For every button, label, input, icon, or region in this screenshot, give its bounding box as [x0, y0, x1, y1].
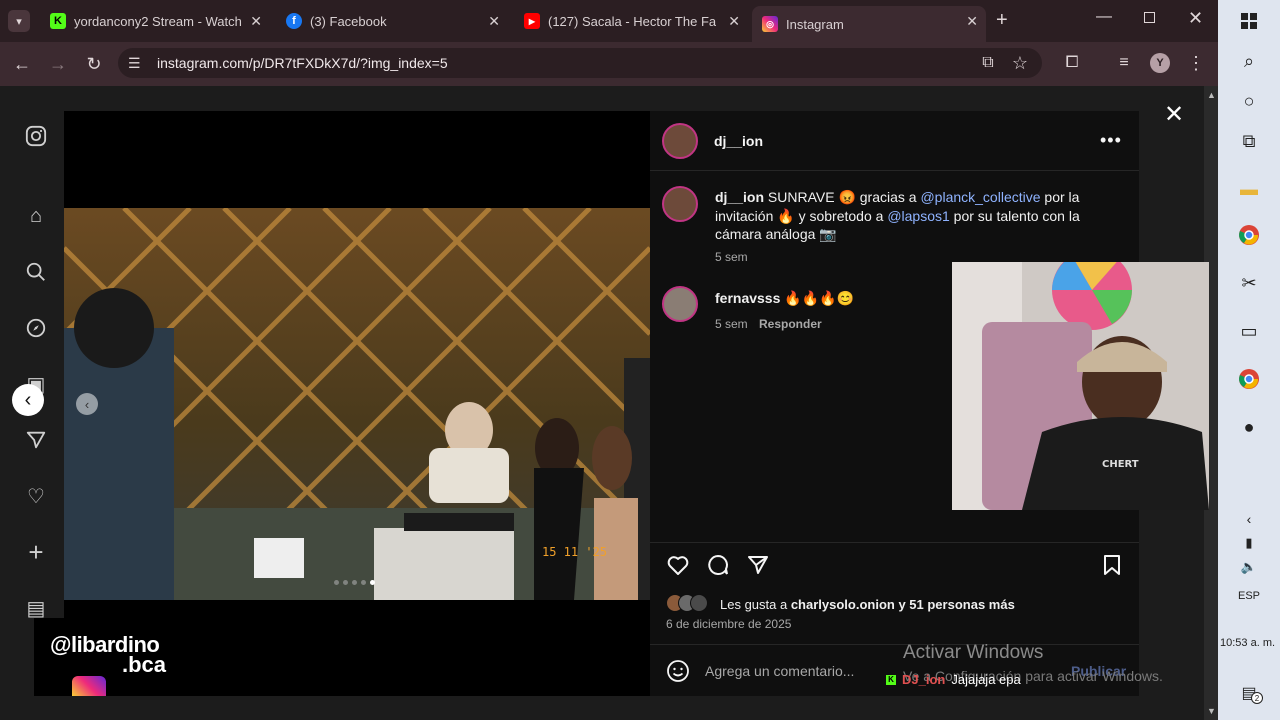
- actions-divider: [650, 542, 1139, 543]
- svg-text:CHERT: CHERT: [1102, 459, 1139, 470]
- comment-username[interactable]: fernavsss: [715, 290, 780, 306]
- minimize-icon[interactable]: —: [1096, 8, 1112, 26]
- author-username[interactable]: dj__ion: [714, 133, 763, 149]
- like-heart-icon[interactable]: [666, 553, 690, 582]
- close-tab-icon[interactable]: ✕: [728, 13, 740, 30]
- cortana-icon[interactable]: ○: [1236, 88, 1262, 114]
- previous-post-button[interactable]: ‹: [12, 384, 44, 416]
- comment-item: fernavsss 🔥🔥🔥😊: [715, 290, 854, 307]
- chrome-icon[interactable]: [1236, 222, 1262, 248]
- author-avatar[interactable]: [662, 123, 698, 159]
- chat-text: Jajajaja epa: [951, 672, 1021, 687]
- likes-summary[interactable]: Les gusta a charlysolo.onion y 51 person…: [720, 597, 1015, 612]
- app-window-icon[interactable]: ▭: [1236, 318, 1262, 344]
- comment-text: 🔥🔥🔥😊: [784, 290, 855, 306]
- new-tab-icon[interactable]: +: [996, 9, 1008, 32]
- scroll-down-icon[interactable]: ▼: [1207, 706, 1216, 716]
- forward-icon[interactable]: →: [46, 52, 70, 76]
- carousel-prev-button[interactable]: ‹: [76, 393, 98, 415]
- search-icon[interactable]: [24, 260, 48, 284]
- show-hidden-icons[interactable]: ‹: [1236, 506, 1262, 532]
- task-view-icon[interactable]: ⧉: [1236, 128, 1262, 154]
- commenter-avatar[interactable]: [662, 286, 698, 322]
- save-bookmark-icon[interactable]: [1100, 553, 1124, 582]
- comment-bubble-icon[interactable]: [706, 553, 730, 582]
- windows-start-icon[interactable]: [1236, 8, 1262, 34]
- url-text: instagram.com/p/DR7tFXDkX7d/?img_index=5: [157, 55, 448, 71]
- browser-menu-icon[interactable]: ⋮: [1184, 51, 1208, 75]
- header-divider: [650, 170, 1139, 171]
- liker-avatars[interactable]: [666, 594, 708, 612]
- close-tab-icon[interactable]: ✕: [250, 13, 262, 30]
- tab-facebook[interactable]: f (3) Facebook ✕: [276, 6, 508, 36]
- extensions-icon[interactable]: ⧠: [1060, 51, 1084, 75]
- kick-icon: K: [886, 674, 896, 685]
- caption-avatar[interactable]: [662, 186, 698, 222]
- brand-instagram-icon: [72, 676, 106, 696]
- tab-search-button[interactable]: ▾: [8, 10, 30, 32]
- reload-icon[interactable]: ↻: [82, 52, 106, 76]
- chat-username: DJ_ion: [902, 672, 946, 687]
- facebook-icon: f: [286, 13, 302, 29]
- restore-icon[interactable]: [1144, 12, 1155, 23]
- mention-link[interactable]: @lapsos1: [887, 208, 949, 224]
- taskbar-search-icon[interactable]: ⌕: [1236, 48, 1262, 74]
- install-app-icon[interactable]: ⧉: [976, 51, 1000, 75]
- instagram-logo-icon[interactable]: [24, 124, 48, 148]
- instagram-icon: ◎: [762, 16, 778, 32]
- liker-username[interactable]: charlysolo.onion: [791, 597, 895, 612]
- post-caption: dj__ion SUNRAVE 😡 gracias a @planck_coll…: [715, 189, 1080, 242]
- site-info-icon[interactable]: ☰: [128, 55, 141, 72]
- battery-icon[interactable]: ▮: [1236, 530, 1262, 556]
- comment-divider: [650, 644, 1139, 645]
- caption-time: 5 sem: [715, 250, 748, 264]
- comment-reply-button[interactable]: Responder: [759, 317, 822, 331]
- photo-date-stamp: 15 11 '25: [542, 545, 607, 559]
- streamer-branding: @libardino .bca: [34, 618, 177, 696]
- back-icon[interactable]: ←: [10, 52, 34, 76]
- bookmark-star-icon[interactable]: ☆: [1008, 51, 1032, 75]
- post-date: 6 de diciembre de 2025: [666, 617, 792, 631]
- youtube-icon: ▶: [524, 13, 540, 29]
- profile-avatar[interactable]: Y: [1150, 53, 1170, 73]
- notifications-heart-icon[interactable]: ♡: [24, 484, 48, 508]
- tab-youtube[interactable]: ▶ (127) Sacala - Hector The Fathe ✕: [514, 6, 748, 36]
- caption-username[interactable]: dj__ion: [715, 189, 764, 205]
- close-tab-icon[interactable]: ✕: [488, 13, 500, 30]
- comment-input[interactable]: Agrega un comentario...: [705, 663, 854, 679]
- more-options-icon[interactable]: •••: [1100, 130, 1122, 151]
- media-control-icon[interactable]: ≡: [1112, 51, 1136, 75]
- kick-icon: K: [50, 13, 66, 29]
- file-explorer-icon[interactable]: ▬: [1236, 176, 1262, 202]
- chrome-profile-icon[interactable]: [1236, 366, 1262, 392]
- messages-icon[interactable]: [24, 428, 48, 452]
- capcut-icon[interactable]: ✂: [1236, 270, 1262, 296]
- tab-kick[interactable]: K yordancony2 Stream - Watch Li ✕: [40, 6, 270, 36]
- tab-instagram[interactable]: ◎ Instagram ✕: [752, 6, 986, 42]
- notification-count-badge: 2: [1251, 692, 1263, 704]
- streamer-webcam-overlay: CHERT: [952, 262, 1209, 510]
- close-modal-icon[interactable]: ✕: [1164, 100, 1184, 129]
- language-indicator[interactable]: ESP: [1238, 590, 1260, 602]
- emoji-icon[interactable]: [666, 659, 690, 688]
- clock[interactable]: 10:53 a. m.: [1220, 637, 1275, 649]
- create-icon[interactable]: +: [24, 537, 48, 567]
- volume-icon[interactable]: 🔈: [1236, 554, 1262, 580]
- comment-time: 5 sem: [715, 317, 748, 331]
- close-tab-icon[interactable]: ✕: [966, 13, 978, 30]
- brand-handle-suffix: .bca: [122, 652, 167, 677]
- window-close-icon[interactable]: ✕: [1188, 8, 1203, 29]
- post-photo[interactable]: 15 11 '25: [64, 208, 650, 600]
- obs-icon[interactable]: ●: [1236, 414, 1262, 440]
- carousel-dots: [334, 580, 375, 585]
- share-icon[interactable]: [746, 553, 770, 582]
- explore-icon[interactable]: [24, 316, 48, 340]
- scroll-up-icon[interactable]: ▲: [1207, 90, 1216, 100]
- home-icon[interactable]: ⌂: [24, 204, 48, 228]
- activate-windows-title: Activar Windows: [903, 642, 1044, 663]
- mention-link[interactable]: @planck_collective: [920, 189, 1040, 205]
- chat-message: K DJ_ion Jajajaja epa: [886, 672, 1021, 687]
- dashboard-icon[interactable]: ▤: [24, 596, 48, 620]
